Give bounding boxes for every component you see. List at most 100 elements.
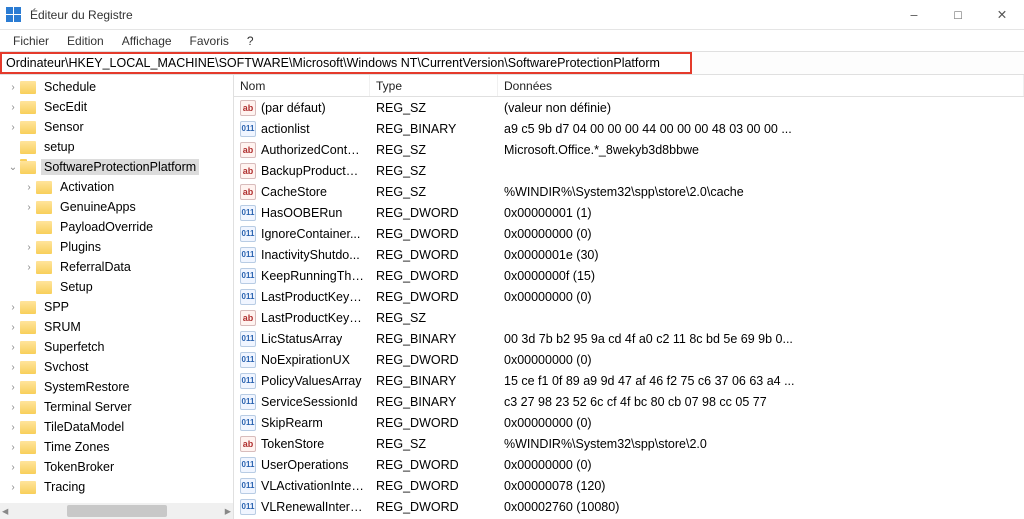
value-row[interactable]: 011VLActivationInter...REG_DWORD0x000000… bbox=[234, 475, 1024, 496]
chevron-right-icon[interactable]: › bbox=[22, 182, 36, 193]
maximize-button[interactable]: □ bbox=[936, 0, 980, 29]
tree-item[interactable]: ›Sensor bbox=[0, 117, 233, 137]
menu-edit[interactable]: Edition bbox=[58, 32, 113, 50]
tree-item[interactable]: ›SystemRestore bbox=[0, 377, 233, 397]
menu-file[interactable]: Fichier bbox=[4, 32, 58, 50]
tree-item[interactable]: ›ReferralData bbox=[0, 257, 233, 277]
binary-value-icon: 011 bbox=[240, 457, 256, 473]
value-row[interactable]: 011PolicyValuesArrayREG_BINARY15 ce f1 0… bbox=[234, 370, 1024, 391]
value-row[interactable]: ab(par défaut)REG_SZ(valeur non définie) bbox=[234, 97, 1024, 118]
chevron-right-icon[interactable]: › bbox=[6, 462, 20, 473]
folder-icon bbox=[36, 201, 52, 214]
menu-favorites[interactable]: Favoris bbox=[181, 32, 238, 50]
value-name-cell: abAuthorizedConta... bbox=[234, 142, 370, 158]
chevron-right-icon[interactable]: › bbox=[22, 202, 36, 213]
column-header-type[interactable]: Type bbox=[370, 75, 498, 96]
value-row[interactable]: 011UserOperationsREG_DWORD0x00000000 (0) bbox=[234, 454, 1024, 475]
value-row[interactable]: 011VLRenewalIntervalREG_DWORD0x00002760 … bbox=[234, 496, 1024, 517]
menu-view[interactable]: Affichage bbox=[113, 32, 181, 50]
tree-item[interactable]: ⌄SoftwareProtectionPlatform bbox=[0, 157, 233, 177]
chevron-right-icon[interactable]: › bbox=[22, 262, 36, 273]
value-data: 0x00000078 (120) bbox=[498, 479, 1024, 493]
column-header-name[interactable]: Nom bbox=[234, 75, 370, 96]
tree-item[interactable]: ›Activation bbox=[0, 177, 233, 197]
value-row[interactable]: 011LicStatusArrayREG_BINARY00 3d 7b b2 9… bbox=[234, 328, 1024, 349]
close-button[interactable]: ✕ bbox=[980, 0, 1024, 29]
value-row[interactable]: 011actionlistREG_BINARYa9 c5 9b d7 04 00… bbox=[234, 118, 1024, 139]
tree-item[interactable]: ›GenuineApps bbox=[0, 197, 233, 217]
chevron-right-icon[interactable]: › bbox=[6, 302, 20, 313]
tree-item[interactable]: ›Superfetch bbox=[0, 337, 233, 357]
tree-item[interactable]: setup bbox=[0, 137, 233, 157]
value-type: REG_SZ bbox=[370, 311, 498, 325]
minimize-button[interactable]: – bbox=[892, 0, 936, 29]
value-row[interactable]: 011LastProductKeyEr...REG_DWORD0x0000000… bbox=[234, 286, 1024, 307]
value-row[interactable]: 011IgnoreContainer...REG_DWORD0x00000000… bbox=[234, 223, 1024, 244]
folder-icon bbox=[20, 361, 36, 374]
tree-item-label: Time Zones bbox=[41, 439, 113, 455]
chevron-right-icon[interactable]: › bbox=[6, 402, 20, 413]
binary-value-icon: 011 bbox=[240, 205, 256, 221]
tree-item[interactable]: PayloadOverride bbox=[0, 217, 233, 237]
folder-icon bbox=[20, 121, 36, 134]
column-header-data[interactable]: Données bbox=[498, 75, 1024, 96]
binary-value-icon: 011 bbox=[240, 121, 256, 137]
chevron-right-icon[interactable]: › bbox=[6, 482, 20, 493]
value-name: TokenStore bbox=[261, 437, 324, 451]
addressbar[interactable]: Ordinateur\HKEY_LOCAL_MACHINE\SOFTWARE\M… bbox=[0, 52, 692, 74]
tree-item-label: Svchost bbox=[41, 359, 91, 375]
value-row[interactable]: 011SkipRearmREG_DWORD0x00000000 (0) bbox=[234, 412, 1024, 433]
value-row[interactable]: 011InactivityShutdo...REG_DWORD0x0000001… bbox=[234, 244, 1024, 265]
value-data: c3 27 98 23 52 6c cf 4f bc 80 cb 07 98 c… bbox=[498, 395, 1024, 409]
menubar: Fichier Edition Affichage Favoris ? bbox=[0, 30, 1024, 51]
folder-icon bbox=[20, 81, 36, 94]
chevron-right-icon[interactable]: › bbox=[22, 242, 36, 253]
value-name: NoExpirationUX bbox=[261, 353, 350, 367]
tree-item[interactable]: ›Schedule bbox=[0, 77, 233, 97]
folder-icon bbox=[20, 481, 36, 494]
list-pane: Nom Type Données ab(par défaut)REG_SZ(va… bbox=[234, 75, 1024, 519]
value-row[interactable]: abBackupProductK...REG_SZ bbox=[234, 160, 1024, 181]
tree-item[interactable]: ›TileDataModel bbox=[0, 417, 233, 437]
chevron-right-icon[interactable]: › bbox=[6, 422, 20, 433]
chevron-right-icon[interactable]: › bbox=[6, 342, 20, 353]
value-name-cell: 011ServiceSessionId bbox=[234, 394, 370, 410]
chevron-right-icon[interactable]: › bbox=[6, 382, 20, 393]
value-row[interactable]: 011ServiceSessionIdREG_BINARYc3 27 98 23… bbox=[234, 391, 1024, 412]
value-row[interactable]: 011KeepRunningThr...REG_DWORD0x0000000f … bbox=[234, 265, 1024, 286]
value-row[interactable]: abTokenStoreREG_SZ%WINDIR%\System32\spp\… bbox=[234, 433, 1024, 454]
chevron-right-icon[interactable]: › bbox=[6, 82, 20, 93]
tree-item[interactable]: ›SRUM bbox=[0, 317, 233, 337]
tree-item[interactable]: ›TokenBroker bbox=[0, 457, 233, 477]
chevron-down-icon[interactable]: ⌄ bbox=[6, 162, 20, 173]
chevron-right-icon[interactable]: › bbox=[6, 102, 20, 113]
tree-item[interactable]: Setup bbox=[0, 277, 233, 297]
value-row[interactable]: 011NoExpirationUXREG_DWORD0x00000000 (0) bbox=[234, 349, 1024, 370]
tree-item[interactable]: ›Plugins bbox=[0, 237, 233, 257]
binary-value-icon: 011 bbox=[240, 352, 256, 368]
value-row[interactable]: 011HasOOBERunREG_DWORD0x00000001 (1) bbox=[234, 202, 1024, 223]
folder-icon bbox=[20, 421, 36, 434]
menu-help[interactable]: ? bbox=[238, 32, 263, 50]
chevron-right-icon[interactable]: › bbox=[6, 442, 20, 453]
value-row[interactable]: abLastProductKeyPidREG_SZ bbox=[234, 307, 1024, 328]
value-row[interactable]: abCacheStoreREG_SZ%WINDIR%\System32\spp\… bbox=[234, 181, 1024, 202]
tree-item-label: Tracing bbox=[41, 479, 88, 495]
list-body[interactable]: ab(par défaut)REG_SZ(valeur non définie)… bbox=[234, 97, 1024, 519]
value-name-cell: 011VLActivationInter... bbox=[234, 478, 370, 494]
tree-item[interactable]: › Time Zones bbox=[0, 437, 233, 457]
chevron-right-icon[interactable]: › bbox=[6, 322, 20, 333]
addressbar-container: Ordinateur\HKEY_LOCAL_MACHINE\SOFTWARE\M… bbox=[0, 51, 1024, 75]
chevron-right-icon[interactable]: › bbox=[6, 122, 20, 133]
tree-item[interactable]: › Tracing bbox=[0, 477, 233, 497]
tree-item[interactable]: ›SPP bbox=[0, 297, 233, 317]
tree-pane[interactable]: ›Schedule›SecEdit›Sensorsetup⌄SoftwarePr… bbox=[0, 75, 234, 519]
value-type: REG_SZ bbox=[370, 185, 498, 199]
tree-item[interactable]: ›Terminal Server bbox=[0, 397, 233, 417]
folder-icon bbox=[20, 161, 36, 174]
chevron-right-icon[interactable]: › bbox=[6, 362, 20, 373]
tree-item[interactable]: ›SecEdit bbox=[0, 97, 233, 117]
tree-scrollbar[interactable]: ◂▸ bbox=[0, 503, 233, 519]
tree-item[interactable]: › Svchost bbox=[0, 357, 233, 377]
value-row[interactable]: abAuthorizedConta...REG_SZMicrosoft.Offi… bbox=[234, 139, 1024, 160]
